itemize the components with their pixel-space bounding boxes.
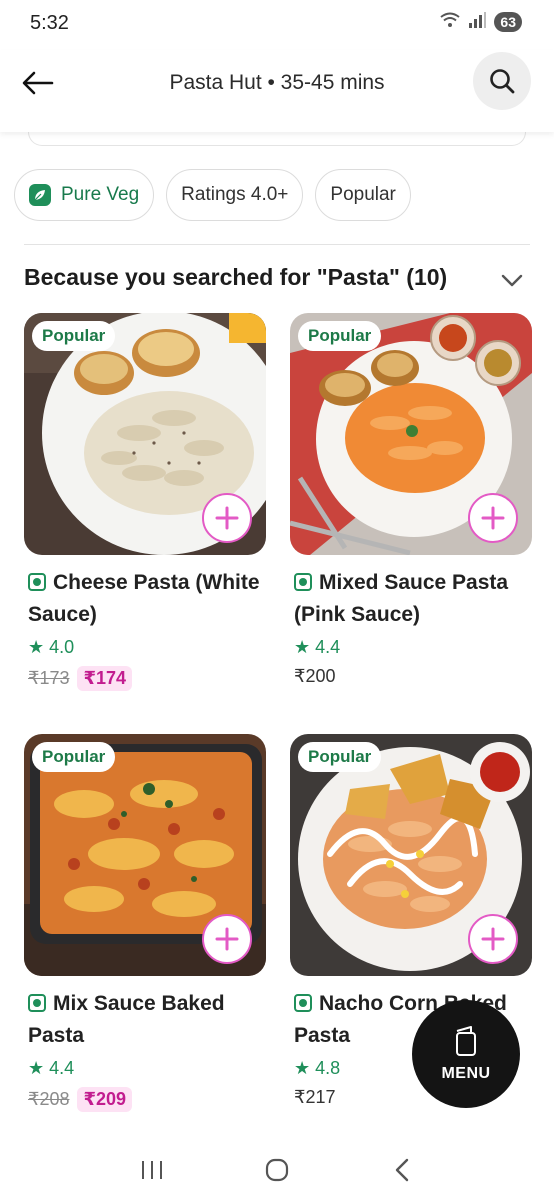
dish-image[interactable]: Popular bbox=[290, 313, 532, 555]
home-button[interactable] bbox=[257, 1150, 297, 1190]
system-nav-bar bbox=[0, 1140, 554, 1200]
filter-ratings[interactable]: Ratings 4.0+ bbox=[166, 169, 304, 221]
back-nav-button[interactable] bbox=[382, 1150, 422, 1190]
dish-image[interactable]: Popular bbox=[24, 313, 266, 555]
back-nav-icon bbox=[395, 1158, 408, 1182]
search-bar-edge bbox=[28, 132, 526, 146]
status-time: 5:32 bbox=[30, 12, 69, 34]
wifi-icon bbox=[440, 12, 461, 32]
header: Pasta Hut • 35-45 mins bbox=[0, 50, 554, 132]
original-price: ₹208 bbox=[28, 1089, 70, 1109]
current-price: ₹174 bbox=[77, 666, 133, 691]
current-price: ₹200 bbox=[294, 666, 336, 686]
popular-badge: Popular bbox=[298, 742, 382, 772]
price-row: ₹173 ₹174 bbox=[24, 666, 266, 691]
home-icon bbox=[265, 1158, 289, 1182]
popular-badge: Popular bbox=[32, 321, 116, 351]
original-price: ₹173 bbox=[28, 668, 70, 688]
filter-popular[interactable]: Popular bbox=[315, 169, 411, 221]
dish-rating: ★ 4.4 bbox=[28, 1058, 75, 1078]
add-button[interactable] bbox=[202, 914, 252, 964]
signal-icon bbox=[468, 12, 487, 32]
dish-rating: ★ 4.0 bbox=[28, 637, 75, 657]
search-button[interactable] bbox=[473, 52, 531, 110]
filter-label: Popular bbox=[330, 184, 396, 205]
filter-label: Pure Veg bbox=[61, 184, 140, 205]
add-button[interactable] bbox=[468, 493, 518, 543]
dish-card[interactable]: Popular Mixed Sauce Pasta (Pink Sauce) ★… bbox=[290, 313, 532, 687]
divider bbox=[24, 244, 530, 245]
price-row: ₹208 ₹209 bbox=[24, 1087, 266, 1112]
dish-card[interactable]: Popular Cheese Pasta (White Sauce) ★ 4.0… bbox=[24, 313, 266, 691]
search-icon bbox=[490, 69, 515, 94]
veg-icon bbox=[294, 994, 312, 1012]
recent-apps-icon bbox=[142, 1161, 163, 1179]
veg-icon bbox=[28, 994, 46, 1012]
current-price: ₹209 bbox=[77, 1087, 133, 1112]
status-bar: 5:32 63 bbox=[0, 0, 554, 50]
page-title: Pasta Hut • 35-45 mins bbox=[169, 71, 385, 94]
menu-button[interactable]: MENU bbox=[412, 1000, 520, 1108]
battery-indicator: 63 bbox=[494, 12, 522, 32]
dish-name: Cheese Pasta (White Sauce) bbox=[28, 571, 260, 626]
menu-book-icon bbox=[456, 1026, 476, 1056]
filter-pure-veg[interactable]: Pure Veg bbox=[14, 169, 155, 221]
filter-bar: Pure Veg Ratings 4.0+ Popular bbox=[14, 169, 411, 221]
status-icons: 63 bbox=[440, 12, 522, 32]
chevron-down-icon[interactable] bbox=[500, 268, 524, 292]
add-button[interactable] bbox=[202, 493, 252, 543]
plus-icon bbox=[215, 927, 239, 951]
menu-label: MENU bbox=[441, 1065, 491, 1082]
popular-badge: Popular bbox=[298, 321, 382, 351]
plus-icon bbox=[481, 506, 505, 530]
veg-icon bbox=[28, 573, 46, 591]
popular-badge: Popular bbox=[32, 742, 116, 772]
dish-name: Mix Sauce Baked Pasta bbox=[28, 992, 225, 1047]
dish-image[interactable]: Popular bbox=[290, 734, 532, 976]
current-price: ₹217 bbox=[294, 1087, 336, 1107]
dish-card[interactable]: Popular Mix Sauce Baked Pasta ★ 4.4 ₹208… bbox=[24, 734, 266, 1112]
dish-image[interactable]: Popular bbox=[24, 734, 266, 976]
plus-icon bbox=[215, 506, 239, 530]
dish-rating: ★ 4.4 bbox=[294, 637, 341, 657]
filter-label: Ratings 4.0+ bbox=[181, 184, 289, 205]
price-row: ₹200 bbox=[290, 666, 532, 687]
section-title: Because you searched for "Pasta" (10) bbox=[24, 264, 448, 290]
dish-name: Mixed Sauce Pasta (Pink Sauce) bbox=[294, 571, 509, 626]
leaf-icon bbox=[29, 184, 51, 206]
veg-icon bbox=[294, 573, 312, 591]
add-button[interactable] bbox=[468, 914, 518, 964]
recent-apps-button[interactable] bbox=[132, 1150, 172, 1190]
plus-icon bbox=[481, 927, 505, 951]
